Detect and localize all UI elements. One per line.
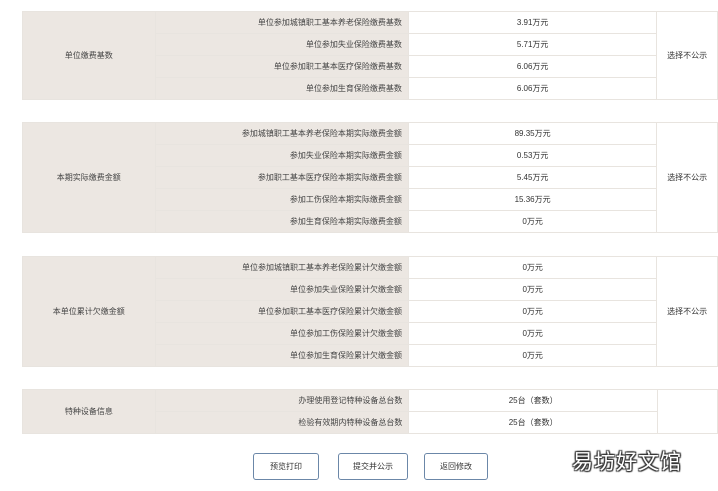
back-edit-button[interactable]: 返回修改	[424, 453, 488, 480]
row-label: 参加城镇职工基本养老保险本期实际缴费金额	[154, 122, 409, 145]
row-value: 0万元	[407, 322, 658, 345]
row-value: 89.35万元	[407, 122, 658, 145]
publish-option[interactable]: 选择不公示	[656, 122, 718, 233]
row-value: 6.06万元	[407, 55, 658, 78]
section-arrears: 本单位累计欠缴金额 单位参加城镇职工基本养老保险累计欠缴金额 0万元 选择不公示…	[22, 256, 718, 367]
row-label: 办理使用登记特种设备总台数	[154, 389, 410, 412]
section-special-equipment: 特种设备信息 办理使用登记特种设备总台数 25台（套数） 检验有效期内特种设备总…	[22, 389, 718, 434]
row-label: 单位参加城镇职工基本养老保险缴费基数	[154, 11, 409, 34]
table-row: 本期实际缴费金额 参加城镇职工基本养老保险本期实际缴费金额 89.35万元 选择…	[22, 122, 718, 233]
row-value: 15.36万元	[407, 188, 658, 211]
row-value: 0万元	[407, 344, 658, 367]
row-value: 25台（套数）	[408, 389, 659, 412]
publish-option[interactable]: 选择不公示	[656, 256, 718, 367]
row-label: 单位参加生育保险缴费基数	[154, 77, 409, 100]
row-label: 单位参加失业保险累计欠缴金额	[154, 278, 410, 301]
section-label: 单位缴费基数	[22, 11, 156, 100]
row-label: 单位参加职工基本医疗保险缴费基数	[154, 55, 409, 78]
table-row: 特种设备信息 办理使用登记特种设备总台数 25台（套数）	[22, 389, 718, 434]
row-value: 3.91万元	[407, 11, 658, 34]
row-label: 单位参加职工基本医疗保险累计欠缴金额	[154, 300, 410, 323]
section-actual-payment: 本期实际缴费金额 参加城镇职工基本养老保险本期实际缴费金额 89.35万元 选择…	[22, 122, 718, 233]
publish-option	[657, 389, 718, 434]
section-label: 本期实际缴费金额	[22, 122, 156, 233]
row-label: 参加失业保险本期实际缴费金额	[154, 144, 409, 167]
row-label: 检验有效期内特种设备总台数	[154, 411, 410, 434]
row-label: 参加生育保险本期实际缴费金额	[154, 210, 409, 233]
row-value: 0万元	[407, 278, 658, 301]
row-value: 0.53万元	[407, 144, 658, 167]
watermark-logo: 易坊好文馆	[572, 450, 682, 474]
section-label: 特种设备信息	[22, 389, 156, 434]
row-value: 0万元	[407, 300, 658, 323]
row-label: 单位参加失业保险缴费基数	[154, 33, 409, 56]
row-value: 0万元	[407, 210, 658, 233]
row-value: 0万元	[407, 256, 658, 279]
publish-option[interactable]: 选择不公示	[656, 11, 718, 100]
row-value: 6.06万元	[407, 77, 658, 100]
section-label: 本单位累计欠缴金额	[22, 256, 156, 367]
table-row: 单位缴费基数 单位参加城镇职工基本养老保险缴费基数 3.91万元 选择不公示	[22, 11, 718, 100]
row-label: 参加工伤保险本期实际缴费金额	[154, 188, 409, 211]
table-row: 本单位累计欠缴金额 单位参加城镇职工基本养老保险累计欠缴金额 0万元 选择不公示	[22, 256, 718, 367]
row-label: 单位参加城镇职工基本养老保险累计欠缴金额	[154, 256, 410, 279]
submit-publish-button[interactable]: 提交并公示	[338, 453, 408, 480]
row-value: 5.71万元	[407, 33, 658, 56]
row-label: 单位参加生育保险累计欠缴金额	[154, 344, 410, 367]
preview-print-button[interactable]: 预览打印	[253, 453, 319, 480]
row-value: 5.45万元	[407, 166, 658, 189]
row-label: 单位参加工伤保险累计欠缴金额	[154, 322, 410, 345]
row-label: 参加职工基本医疗保险本期实际缴费金额	[154, 166, 409, 189]
section-unit-contribution-base: 单位缴费基数 单位参加城镇职工基本养老保险缴费基数 3.91万元 选择不公示 单…	[22, 11, 718, 100]
row-value: 25台（套数）	[408, 411, 659, 434]
